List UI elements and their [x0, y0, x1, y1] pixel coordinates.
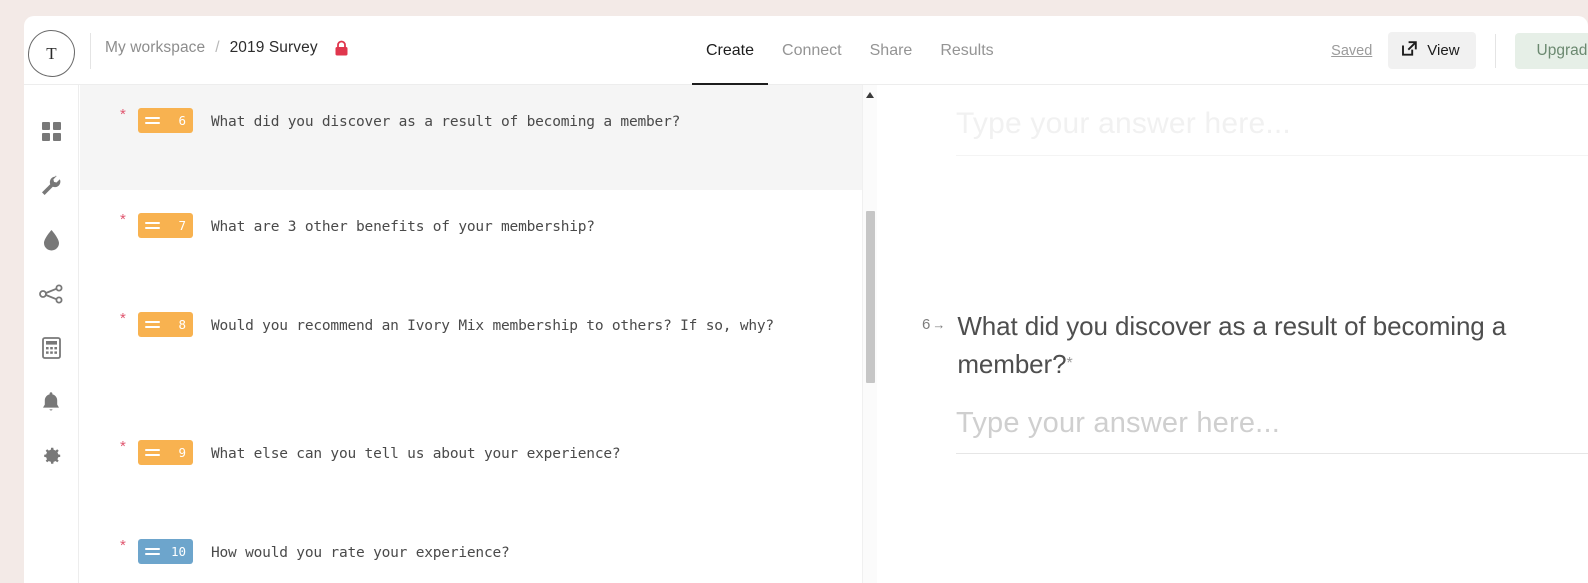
arrow-right-icon: →: [932, 317, 946, 332]
logic-nodes-icon: [39, 284, 63, 309]
question-list-item[interactable]: * 9 What else can you tell us about your…: [80, 417, 862, 516]
breadcrumb-separator: /: [215, 39, 220, 56]
question-text: What did you discover as a result of bec…: [211, 114, 681, 130]
question-type-badge: 6: [138, 108, 193, 133]
long-text-icon: [145, 449, 160, 456]
chevron-up-icon[interactable]: [866, 92, 874, 98]
answer-placeholder: Type your answer here...: [956, 407, 1280, 439]
preview-required-star: *: [1066, 355, 1073, 372]
preview-question-text: What did you discover as a result of bec…: [957, 311, 1507, 379]
question-text: How would you rate your experience?: [211, 545, 510, 561]
tab-connect-label: Connect: [782, 41, 842, 59]
answer-placeholder: Type your answer here...: [956, 107, 1291, 140]
form-preview: Type your answer here... 6 → What did yo…: [878, 85, 1588, 583]
question-list-item[interactable]: * 6 What did you discover as a result of…: [80, 85, 862, 190]
question-text: What else can you tell us about your exp…: [211, 446, 621, 462]
breadcrumb-survey-title[interactable]: 2019 Survey: [230, 39, 318, 57]
gear-icon: [40, 445, 62, 472]
tab-share-label: Share: [869, 41, 913, 59]
calculator-icon: [41, 336, 61, 364]
question-type-badge: 7: [138, 213, 193, 238]
question-list-item[interactable]: * 8 Would you recommend an Ivory Mix mem…: [80, 289, 862, 417]
answer-underline: [956, 453, 1588, 454]
question-number: 6: [178, 113, 186, 128]
avatar-initial: T: [46, 43, 57, 63]
question-list-item[interactable]: * 7 What are 3 other benefits of your me…: [80, 190, 862, 289]
question-list[interactable]: * 6 What did you discover as a result of…: [80, 85, 862, 583]
saved-status[interactable]: Saved: [1331, 43, 1372, 59]
wrench-icon: [40, 175, 62, 202]
previous-question-answer-field[interactable]: Type your answer here...: [956, 107, 1588, 156]
header-actions-divider: [1494, 33, 1496, 68]
sidebar-item-tools[interactable]: [24, 161, 78, 215]
app-body: * 6 What did you discover as a result of…: [24, 85, 1588, 583]
question-text: What are 3 other benefits of your member…: [211, 219, 595, 235]
upgrade-button-label: Upgrade: [1536, 41, 1588, 59]
answer-underline: [956, 155, 1588, 156]
required-marker: *: [120, 438, 126, 455]
question-heading: 6 → What did you discover as a result of…: [922, 307, 1588, 383]
long-text-icon: [145, 321, 160, 328]
answer-field[interactable]: Type your answer here...: [956, 407, 1588, 454]
lock-icon[interactable]: [334, 40, 349, 57]
upgrade-button[interactable]: Upgrade: [1514, 32, 1588, 69]
preview-question-title: What did you discover as a result of bec…: [957, 307, 1587, 383]
bell-icon: [41, 391, 61, 418]
question-number: 9: [178, 445, 186, 460]
external-link-icon: [1401, 40, 1418, 61]
grid-blocks-icon: [41, 121, 62, 147]
view-button-label: View: [1427, 42, 1460, 59]
sidebar-item-logic[interactable]: [24, 269, 78, 323]
question-text: Would you recommend an Ivory Mix members…: [211, 318, 774, 334]
long-text-icon: [145, 117, 160, 124]
avatar[interactable]: T: [28, 30, 75, 77]
question-list-item[interactable]: * 10 How would you rate your experience?: [80, 516, 862, 583]
long-text-icon: [145, 222, 160, 229]
required-marker: *: [120, 310, 126, 327]
app-header: T My workspace / 2019 Survey Create Conn…: [24, 16, 1588, 85]
sidebar-item-notifications[interactable]: [24, 377, 78, 431]
header-divider: [90, 33, 91, 69]
droplet-icon: [42, 229, 61, 256]
question-number: 7: [178, 218, 186, 233]
sidebar-rail: [24, 85, 79, 583]
tab-results[interactable]: Results: [926, 16, 1007, 85]
question-type-badge: 8: [138, 312, 193, 337]
sidebar-item-calculator[interactable]: [24, 323, 78, 377]
rating-icon: [145, 548, 160, 555]
question-number: 10: [170, 544, 186, 559]
app-window: T My workspace / 2019 Survey Create Conn…: [24, 16, 1588, 583]
required-marker: *: [120, 537, 126, 554]
tab-share[interactable]: Share: [856, 16, 927, 85]
tab-create[interactable]: Create: [692, 16, 769, 85]
preview-question-number: 6: [922, 316, 931, 333]
question-type-badge: 10: [138, 539, 193, 564]
tab-connect[interactable]: Connect: [768, 16, 856, 85]
question-list-scrollbar[interactable]: [862, 85, 877, 583]
breadcrumb-workspace[interactable]: My workspace: [105, 39, 205, 57]
sidebar-item-design[interactable]: [24, 215, 78, 269]
breadcrumb: My workspace / 2019 Survey: [105, 39, 349, 57]
question-type-badge: 9: [138, 440, 193, 465]
scrollbar-thumb[interactable]: [866, 211, 875, 383]
sidebar-item-blocks[interactable]: [24, 107, 78, 161]
tab-create-label: Create: [706, 41, 755, 59]
current-question-block: 6 → What did you discover as a result of…: [922, 307, 1588, 454]
main-tabs: Create Connect Share Results: [692, 16, 1008, 85]
header-actions: Saved View Upgrade: [1331, 16, 1588, 85]
required-marker: *: [120, 106, 126, 123]
sidebar-item-settings[interactable]: [24, 431, 78, 485]
required-marker: *: [120, 211, 126, 228]
tab-results-label: Results: [940, 41, 994, 59]
question-number: 8: [178, 317, 186, 332]
view-button[interactable]: View: [1388, 32, 1476, 69]
